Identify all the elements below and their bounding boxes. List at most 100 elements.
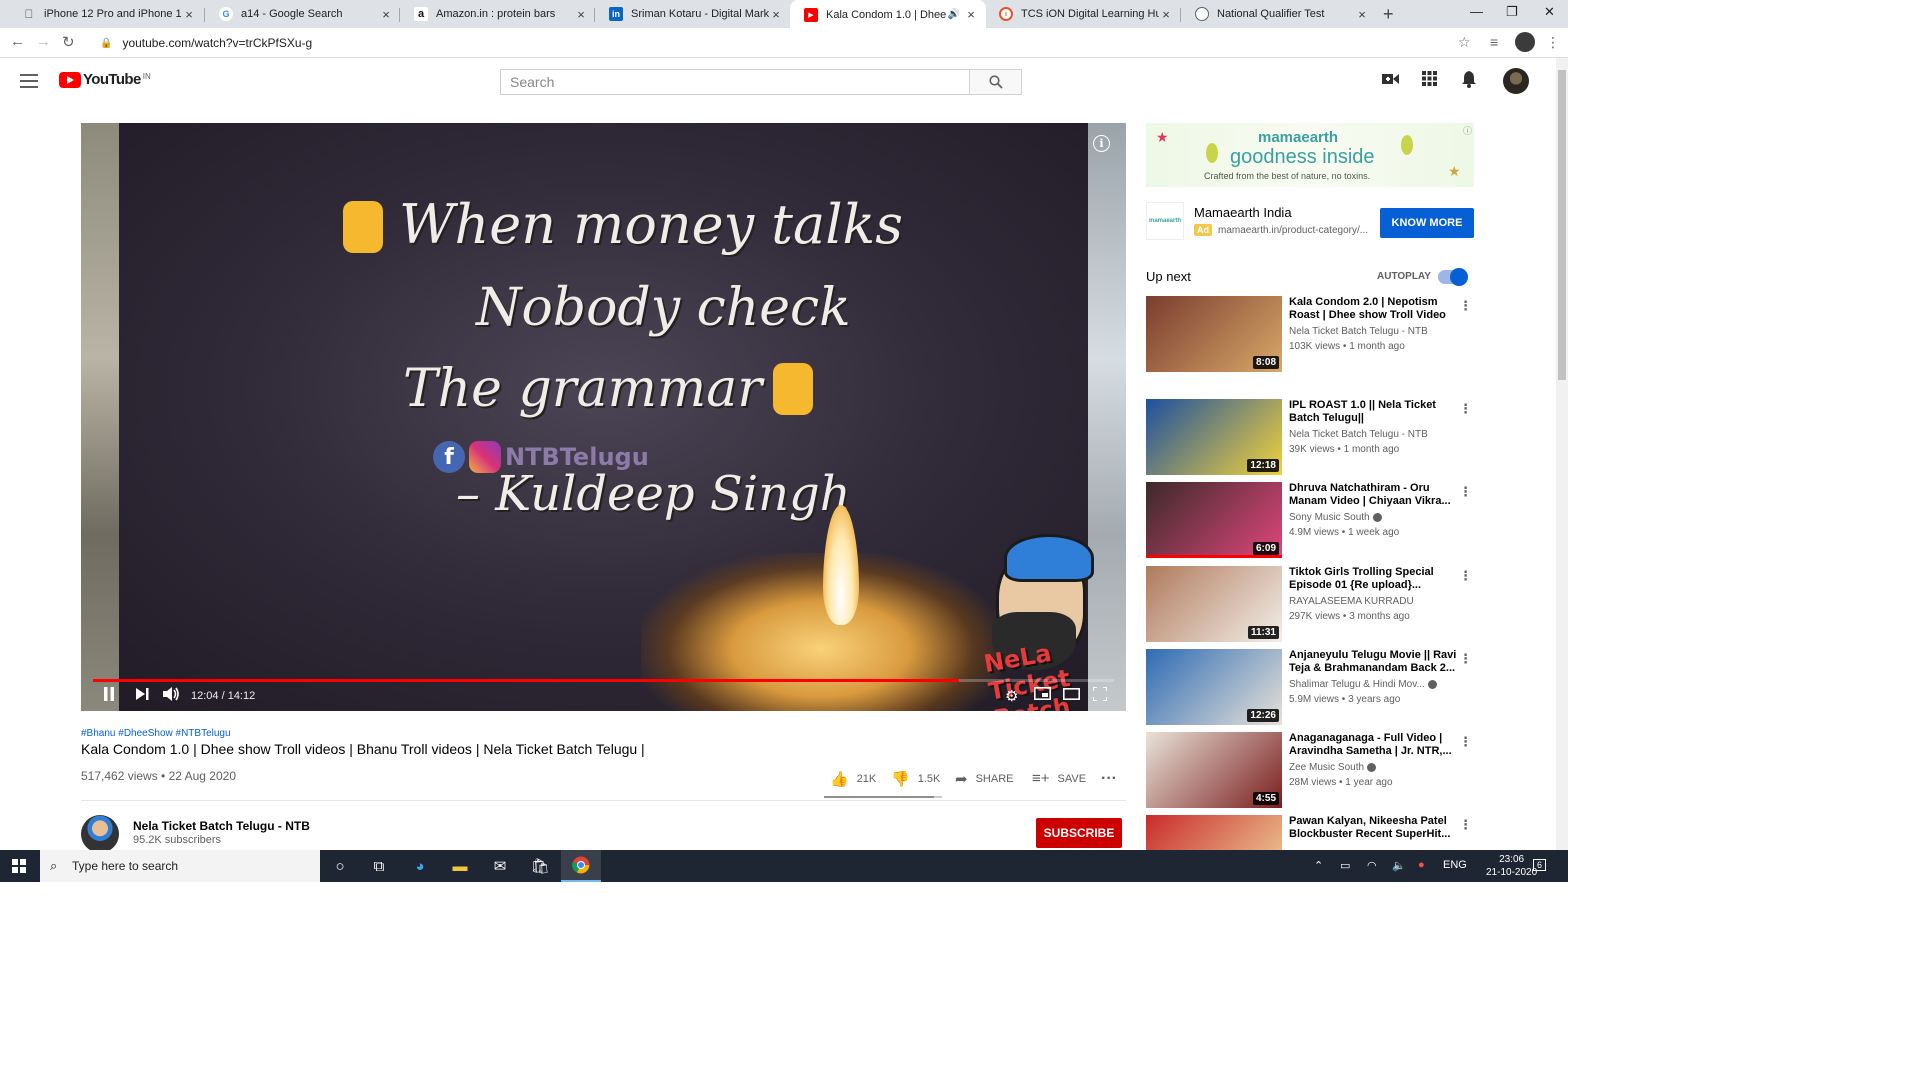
input-language[interactable]: ENG <box>1443 859 1467 871</box>
more-vertical-icon[interactable]: ⋮ <box>1459 817 1472 833</box>
browser-tab-2[interactable]: a Amazon.in : protein bars × <box>400 0 596 28</box>
rec-title[interactable]: IPL ROAST 1.0 || Nela Ticket Batch Telug… <box>1289 399 1457 425</box>
volume-icon[interactable] <box>163 687 180 705</box>
video-player[interactable]: When money talks Nobody check The gramma… <box>81 123 1126 711</box>
advertiser-logo[interactable]: mamaearth <box>1146 202 1184 240</box>
taskbar-search-input[interactable]: ⌕ Type here to search <box>40 850 320 882</box>
pause-icon[interactable] <box>103 687 115 705</box>
rec-title[interactable]: Kala Condom 2.0 | Nepotism Roast | Dhee … <box>1289 296 1457 322</box>
recommendation-item[interactable]: 8:08 Kala Condom 2.0 | Nepotism Roast | … <box>1146 296 1476 373</box>
back-arrow-icon[interactable]: ← <box>10 33 25 50</box>
antivirus-icon[interactable]: ● <box>1418 859 1425 871</box>
browser-tab-1[interactable]: G a14 - Google Search × <box>205 0 401 28</box>
hamburger-menu-icon[interactable] <box>20 74 38 88</box>
theater-mode-icon[interactable] <box>1063 687 1080 704</box>
notification-center-icon[interactable]: 6 <box>1533 859 1547 871</box>
recommendation-item[interactable]: 6:09 Dhruva Natchathiram - Oru Manam Vid… <box>1146 482 1476 559</box>
more-vertical-icon[interactable]: ⋮ <box>1459 484 1472 500</box>
recommendation-item[interactable]: 11:31 Tiktok Girls Trolling Special Epis… <box>1146 566 1476 643</box>
maximize-window-icon[interactable]: ❐ <box>1506 4 1518 20</box>
browser-tab-3[interactable]: in Sriman Kotaru - Digital Marketing × <box>595 0 791 28</box>
task-view-icon[interactable]: ⧉ <box>368 856 390 876</box>
browser-profile-avatar[interactable] <box>1515 32 1535 52</box>
recommendation-item[interactable]: 12:18 IPL ROAST 1.0 || Nela Ticket Batch… <box>1146 399 1476 476</box>
close-tab-icon[interactable]: × <box>769 7 783 22</box>
address-bar[interactable]: 🔒 youtube.com/watch?v=trCkPfSXu-g <box>90 31 1480 55</box>
browser-menu-icon[interactable]: ⋮ <box>1546 34 1560 51</box>
recommendation-item[interactable]: 12:26 Anjaneyulu Telugu Movie || Ravi Te… <box>1146 649 1476 726</box>
browser-tab-4-active[interactable]: ▶ Kala Condom 1.0 | Dhee sho 🔊 × <box>790 0 986 29</box>
info-icon[interactable]: i <box>1093 135 1110 152</box>
rec-title[interactable]: Anaganaganaga - Full Video | Aravindha S… <box>1289 732 1457 758</box>
video-hashtags[interactable]: #Bhanu #DheeShow #NTBTelugu <box>81 728 231 739</box>
know-more-button[interactable]: KNOW MORE <box>1380 208 1474 238</box>
dislike-button[interactable]: 👎 1.5K <box>891 770 940 788</box>
video-progress-bar[interactable] <box>93 679 1114 682</box>
rec-title[interactable]: Tiktok Girls Trolling Special Episode 01… <box>1289 566 1457 592</box>
minimize-window-icon[interactable]: — <box>1470 4 1483 19</box>
create-video-icon[interactable] <box>1382 71 1399 91</box>
wifi-icon[interactable]: ◠ <box>1367 859 1377 872</box>
audio-playing-icon[interactable]: 🔊 <box>948 9 960 20</box>
miniplayer-icon[interactable] <box>1034 687 1051 704</box>
browser-tab-5[interactable]: ı TCS iON Digital Learning Hub × <box>985 0 1181 28</box>
edge-browser-icon[interactable]: ◕ <box>409 856 431 876</box>
close-tab-icon[interactable]: × <box>1355 7 1369 22</box>
advertiser-name[interactable]: Mamaearth India <box>1194 205 1292 220</box>
subscribe-button[interactable]: SUBSCRIBE <box>1036 818 1122 848</box>
store-icon[interactable]: 🛍 <box>529 856 551 876</box>
battery-icon[interactable]: ▭ <box>1340 859 1350 872</box>
windows-start-icon[interactable] <box>12 859 26 873</box>
more-vertical-icon[interactable]: ⋮ <box>1459 651 1472 667</box>
rec-title[interactable]: Dhruva Natchathiram - Oru Manam Video | … <box>1289 482 1457 508</box>
more-vertical-icon[interactable]: ⋮ <box>1459 298 1472 314</box>
apps-grid-icon[interactable] <box>1422 71 1437 91</box>
like-button[interactable]: 👍 21K <box>830 770 876 788</box>
video-thumbnail[interactable]: 8:08 <box>1146 296 1282 372</box>
fullscreen-icon[interactable] <box>1092 686 1108 705</box>
video-thumbnail[interactable]: 12:26 <box>1146 649 1282 725</box>
account-avatar[interactable] <box>1503 68 1529 94</box>
close-tab-icon[interactable]: × <box>1159 7 1173 22</box>
close-tab-icon[interactable]: × <box>182 7 196 22</box>
cortana-icon[interactable]: ○ <box>329 856 351 876</box>
next-video-icon[interactable] <box>136 687 149 705</box>
media-control-icon[interactable]: ≡ <box>1490 34 1498 50</box>
close-tab-icon[interactable]: × <box>379 7 393 22</box>
close-window-icon[interactable]: ✕ <box>1544 4 1555 20</box>
share-button[interactable]: ➦ SHARE <box>955 770 1013 788</box>
search-button[interactable] <box>969 69 1022 95</box>
video-thumbnail[interactable] <box>1146 815 1282 850</box>
channel-name[interactable]: Nela Ticket Batch Telugu - NTB <box>133 819 310 833</box>
rec-title[interactable]: Anjaneyulu Telugu Movie || Ravi Teja & B… <box>1289 649 1457 675</box>
rec-title[interactable]: Pawan Kalyan, Nikeesha Patel Blockbuster… <box>1289 815 1457 841</box>
video-thumbnail[interactable]: 4:55 <box>1146 732 1282 808</box>
file-explorer-icon[interactable]: ▬ <box>449 856 471 876</box>
recommendation-item[interactable]: Pawan Kalyan, Nikeesha Patel Blockbuster… <box>1146 815 1476 850</box>
notifications-bell-icon[interactable] <box>1462 71 1476 93</box>
channel-avatar[interactable] <box>81 815 119 853</box>
youtube-logo[interactable]: YouTube IN <box>59 72 151 88</box>
system-clock[interactable]: 23:06 21-10-2020 <box>1486 853 1537 879</box>
video-thumbnail[interactable]: 6:09 <box>1146 482 1282 558</box>
mail-icon[interactable]: ✉ <box>489 856 511 876</box>
show-hidden-icons-icon[interactable]: ⌃ <box>1314 859 1323 872</box>
bookmark-star-icon[interactable]: ☆ <box>1458 34 1471 51</box>
scrollbar-thumb[interactable] <box>1558 70 1566 380</box>
new-tab-icon[interactable]: + <box>1383 4 1394 25</box>
more-actions-icon[interactable]: ··· <box>1101 770 1117 788</box>
more-vertical-icon[interactable]: ⋮ <box>1459 734 1472 750</box>
close-tab-icon[interactable]: × <box>574 7 588 22</box>
video-thumbnail[interactable]: 11:31 <box>1146 566 1282 642</box>
autoplay-toggle[interactable] <box>1438 268 1468 286</box>
ad-banner[interactable]: ★ ★ mamaearth goodness inside Crafted fr… <box>1146 123 1474 187</box>
ad-info-icon[interactable]: ⓘ <box>1463 124 1472 137</box>
browser-tab-0[interactable]:  iPhone 12 Pro and iPhone 12 Pro × <box>8 0 204 28</box>
more-vertical-icon[interactable]: ⋮ <box>1459 401 1472 417</box>
video-thumbnail[interactable]: 12:18 <box>1146 399 1282 475</box>
save-button[interactable]: ≡+ SAVE <box>1032 770 1086 787</box>
reload-icon[interactable]: ↻ <box>62 33 75 51</box>
recommendation-item[interactable]: 4:55 Anaganaganaga - Full Video | Aravin… <box>1146 732 1476 809</box>
more-vertical-icon[interactable]: ⋮ <box>1459 568 1472 584</box>
chrome-taskbar-icon[interactable] <box>561 850 601 882</box>
